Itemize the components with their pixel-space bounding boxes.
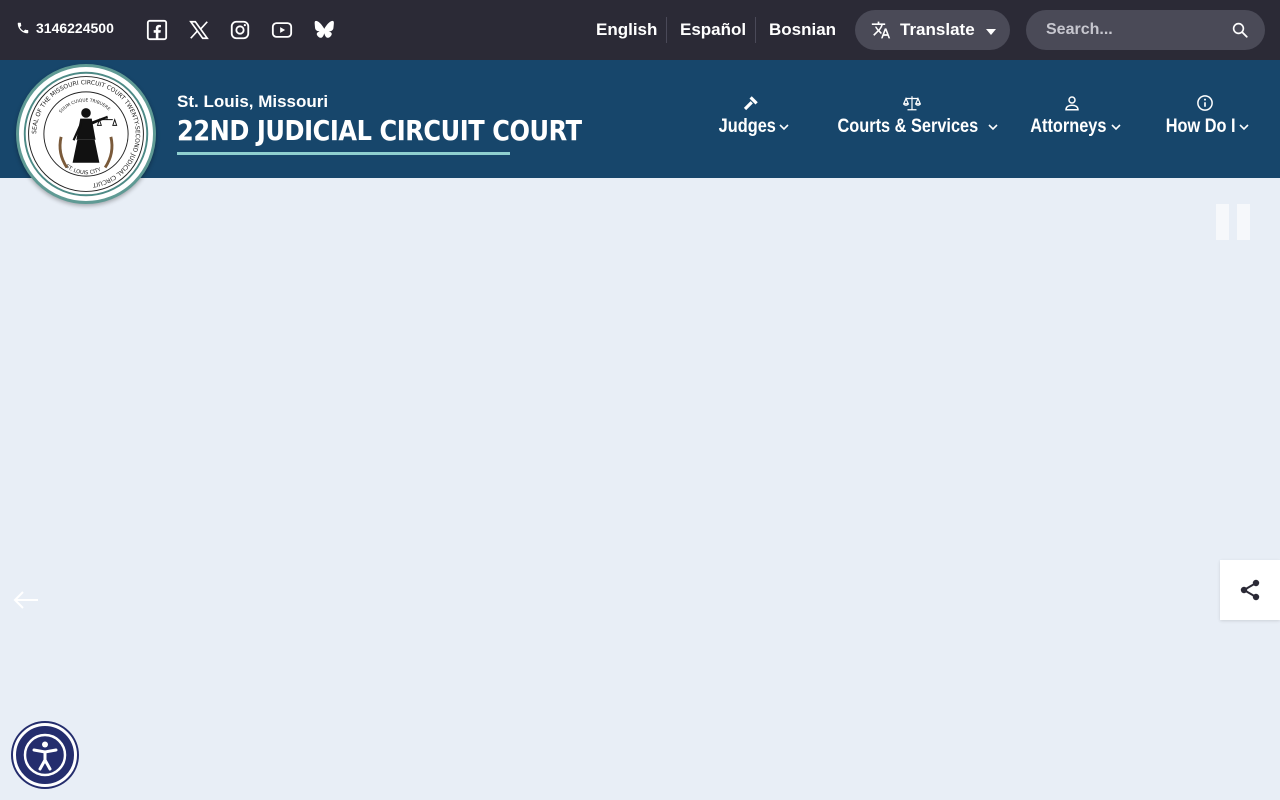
- title-underline: [177, 152, 510, 155]
- phone-icon: [17, 22, 29, 34]
- search-icon[interactable]: [1231, 21, 1249, 39]
- translate-label: Translate: [900, 20, 975, 39]
- site-title[interactable]: 22ND JUDICIAL CIRCUIT COURT: [177, 114, 582, 147]
- top-utility-bar: 3146224500 English Español Bosnian Trans…: [0, 0, 1280, 60]
- nav-label: Judges: [718, 116, 776, 137]
- seal-graphic: SEAL OF THE MISSOURI CIRCUIT COURT TWENT…: [23, 71, 149, 197]
- lang-divider: [755, 17, 756, 43]
- instagram-link[interactable]: [229, 19, 251, 41]
- translate-button[interactable]: Translate: [855, 10, 1010, 50]
- arrow-left-icon: [13, 591, 38, 609]
- nav-attorneys[interactable]: Attorneys: [1024, 94, 1121, 138]
- lang-english[interactable]: English: [596, 18, 657, 42]
- instagram-icon: [230, 20, 250, 40]
- nav-label: Courts & Services: [837, 116, 979, 137]
- nav-label: How Do I: [1165, 116, 1236, 137]
- accessibility-icon: [23, 733, 67, 777]
- scales-icon: [902, 96, 921, 111]
- x-icon: [189, 20, 209, 40]
- phone-link[interactable]: 3146224500: [16, 20, 114, 36]
- search-input[interactable]: [1046, 10, 1226, 50]
- facebook-link[interactable]: [146, 19, 168, 41]
- pause-icon: [1216, 204, 1229, 240]
- lang-espanol[interactable]: Español: [680, 18, 746, 42]
- info-icon: [1196, 95, 1213, 111]
- youtube-link[interactable]: [271, 19, 293, 41]
- gavel-icon: [744, 96, 759, 111]
- bluesky-link[interactable]: [314, 19, 336, 41]
- slider-pause-button[interactable]: [1216, 204, 1250, 240]
- accessibility-button[interactable]: [13, 723, 77, 787]
- lang-divider: [666, 17, 667, 43]
- translate-icon: [871, 21, 891, 39]
- pause-icon: [1237, 204, 1250, 240]
- chevron-down-icon: [1239, 124, 1249, 131]
- youtube-icon: [271, 22, 293, 38]
- search-box: [1026, 10, 1265, 50]
- slider-prev-button[interactable]: [12, 588, 40, 612]
- nav-how-do-i[interactable]: How Do I: [1160, 94, 1249, 138]
- site-location: St. Louis, Missouri: [177, 92, 329, 111]
- bluesky-icon: [314, 20, 334, 38]
- facebook-icon: [146, 19, 168, 41]
- share-button[interactable]: [1220, 560, 1280, 620]
- person-icon: [1065, 96, 1080, 111]
- phone-number: 3146224500: [36, 20, 114, 36]
- chevron-down-icon: [988, 124, 998, 131]
- chevron-down-icon: [778, 124, 789, 131]
- lang-bosnian[interactable]: Bosnian: [769, 18, 836, 42]
- nav-judges[interactable]: Judges: [714, 94, 789, 138]
- caret-down-icon: [985, 28, 996, 35]
- nav-label: Attorneys: [1030, 116, 1107, 137]
- chevron-down-icon: [1111, 124, 1121, 131]
- x-link[interactable]: [188, 19, 210, 41]
- court-seal-logo[interactable]: SEAL OF THE MISSOURI CIRCUIT COURT TWENT…: [16, 64, 156, 204]
- share-icon: [1240, 579, 1260, 601]
- nav-courts-services[interactable]: Courts & Services: [826, 94, 998, 138]
